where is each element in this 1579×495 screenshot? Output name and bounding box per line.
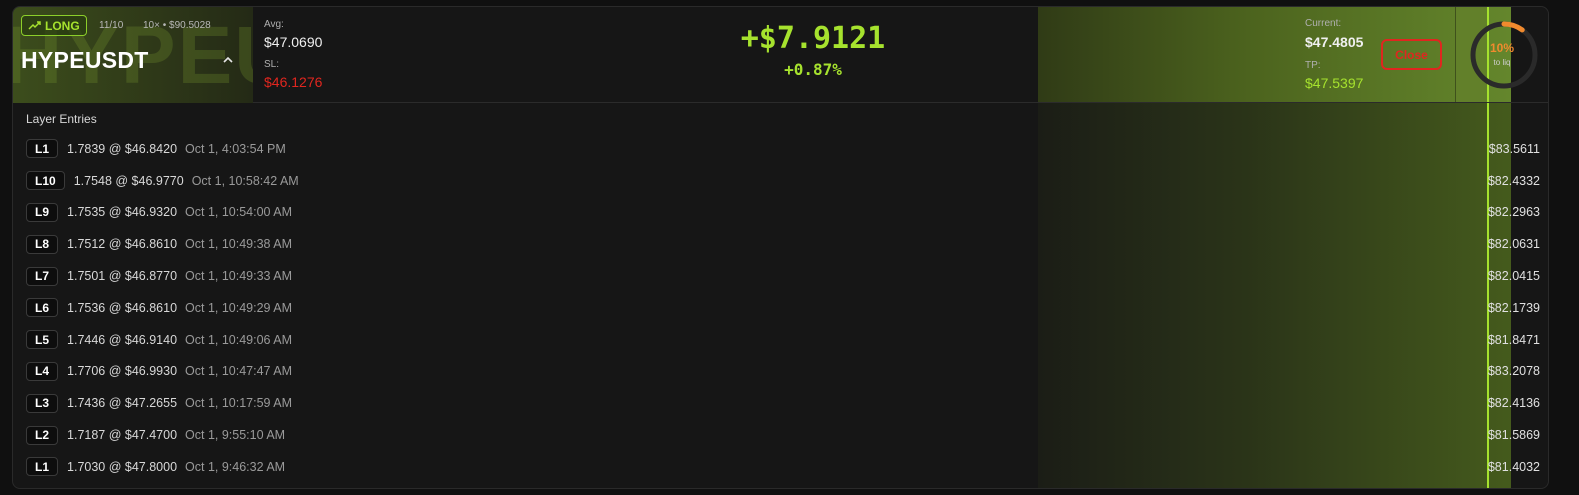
entry-timestamp: Oct 1, 10:58:42 AM	[191, 173, 299, 188]
entry-qty-price: 1.7706 @ $46.9930	[67, 364, 178, 379]
entry-timestamp: Oct 1, 4:03:54 PM	[185, 141, 286, 156]
symbol-box[interactable]: HYPEUSDT LONG 11/10 10× • $90.5028 HYPEU…	[13, 7, 253, 103]
entry-timestamp: Oct 1, 10:49:06 AM	[185, 332, 293, 347]
entry-qty-price: 1.7187 @ $47.4700	[67, 428, 178, 443]
list-item[interactable]: L9 1.7535 @ $46.9320 Oct 1, 10:54:00 AM $82…	[13, 197, 1548, 229]
entry-value: $83.5611	[1488, 141, 1540, 156]
entry-value: $82.4136	[1487, 396, 1540, 411]
entry-qty-price: 1.7536 @ $46.8610	[67, 300, 178, 315]
list-item[interactable]: L7 1.7501 @ $46.8770 Oct 1, 10:49:33 AM $82…	[13, 260, 1548, 292]
list-item[interactable]: L1 1.7839 @ $46.8420 Oct 1, 4:03:54 PM $83.…	[13, 133, 1548, 165]
liquidation-percent: 10%	[1489, 41, 1515, 55]
entry-qty-price: 1.7535 @ $46.9320	[67, 205, 178, 220]
current-value: $47.4805	[1305, 34, 1364, 50]
avg-value: $47.0690	[264, 34, 323, 50]
entry-value: $81.4032	[1487, 459, 1540, 474]
entry-timestamp: Oct 1, 10:49:33 AM	[185, 269, 293, 284]
entry-value: $82.0415	[1487, 269, 1540, 284]
layer-badge: L1	[26, 457, 59, 477]
entry-value: $82.0631	[1487, 237, 1540, 252]
entry-timestamp: Oct 1, 10:49:29 AM	[185, 300, 293, 315]
entries-list: L1 1.7839 @ $46.8420 Oct 1, 4:03:54 PM $83.…	[13, 133, 1548, 483]
close-position-button[interactable]: Close	[1381, 39, 1442, 70]
entry-value: $83.2078	[1487, 364, 1540, 379]
pnl-value: +$7.9121	[740, 21, 886, 56]
entry-qty-price: 1.7436 @ $47.2655	[67, 396, 178, 411]
layer-badge: L7	[26, 266, 59, 286]
list-item[interactable]: L2 1.7187 @ $47.4700 Oct 1, 9:55:10 AM $81.…	[13, 419, 1548, 451]
entry-value: $82.4332	[1487, 173, 1540, 188]
layer-badge: L10	[26, 171, 65, 191]
leverage-info: 10× • $90.5028	[143, 20, 211, 31]
layer-badge: L8	[26, 234, 59, 254]
entry-value: $82.1739	[1487, 300, 1540, 315]
list-item[interactable]: L1 1.7030 @ $47.8000 Oct 1, 9:46:32 AM $81.…	[13, 451, 1548, 483]
entry-timestamp: Oct 1, 10:49:38 AM	[185, 237, 293, 252]
entry-timestamp: Oct 1, 10:54:00 AM	[185, 205, 293, 220]
entry-qty-price: 1.7030 @ $47.8000	[67, 459, 178, 474]
position-header: HYPEUSDT LONG 11/10 10× • $90.5028 HYPEU…	[13, 7, 1548, 103]
entry-qty-price: 1.7446 @ $46.9140	[67, 332, 178, 347]
entry-value: $82.2963	[1487, 205, 1540, 220]
position-card: HYPEUSDT LONG 11/10 10× • $90.5028 HYPEU…	[12, 6, 1549, 489]
list-item[interactable]: L5 1.7446 @ $46.9140 Oct 1, 10:49:06 AM $81…	[13, 324, 1548, 356]
layer-badge: L1	[26, 139, 59, 159]
entry-value: $81.5869	[1487, 428, 1540, 443]
side-label: LONG	[45, 18, 80, 33]
sl-label: SL:	[264, 59, 280, 70]
layer-badge: L3	[26, 393, 59, 413]
list-item[interactable]: L4 1.7706 @ $46.9930 Oct 1, 10:47:47 AM $83…	[13, 356, 1548, 388]
entry-qty-price: 1.7512 @ $46.8610	[67, 237, 178, 252]
entry-timestamp: Oct 1, 10:47:47 AM	[185, 364, 293, 379]
entry-timestamp: Oct 1, 9:46:32 AM	[185, 459, 286, 474]
entry-qty-price: 1.7548 @ $46.9770	[73, 173, 184, 188]
liquidation-caption: to liq	[1493, 58, 1511, 67]
layer-badge: L5	[26, 330, 59, 350]
layer-badge: L9	[26, 202, 59, 222]
list-item[interactable]: L10 1.7548 @ $46.9770 Oct 1, 10:58:42 AM $8…	[13, 165, 1548, 197]
list-item[interactable]: L3 1.7436 @ $47.2655 Oct 1, 10:17:59 AM $82…	[13, 387, 1548, 419]
symbol-name: HYPEUSDT	[21, 47, 149, 73]
liquidation-gauge	[1470, 21, 1538, 89]
layers-count: 11/10	[99, 20, 124, 31]
chevron-up-icon[interactable]	[221, 53, 235, 67]
current-label: Current:	[1305, 18, 1342, 29]
entry-qty-price: 1.7501 @ $46.8770	[67, 269, 178, 284]
entry-qty-price: 1.7839 @ $46.8420	[67, 141, 178, 156]
trending-up-icon	[28, 20, 41, 30]
tp-value: $47.5397	[1305, 75, 1364, 91]
entry-value: $81.8471	[1487, 332, 1540, 347]
entry-timestamp: Oct 1, 10:17:59 AM	[185, 396, 293, 411]
layer-badge: L2	[26, 425, 59, 445]
layer-badge: L4	[26, 361, 59, 381]
layer-badge: L6	[26, 298, 59, 318]
side-badge: LONG	[21, 15, 87, 36]
pnl-percent: +0.87%	[784, 60, 842, 79]
sl-value: $46.1276	[264, 74, 323, 90]
tp-label: TP:	[1305, 60, 1321, 71]
avg-label: Avg:	[264, 19, 284, 30]
section-title: Layer Entries	[26, 112, 97, 126]
list-item[interactable]: L8 1.7512 @ $46.8610 Oct 1, 10:49:38 AM $82…	[13, 228, 1548, 260]
entry-timestamp: Oct 1, 9:55:10 AM	[185, 428, 286, 443]
list-item[interactable]: L6 1.7536 @ $46.8610 Oct 1, 10:49:29 AM $82…	[13, 292, 1548, 324]
